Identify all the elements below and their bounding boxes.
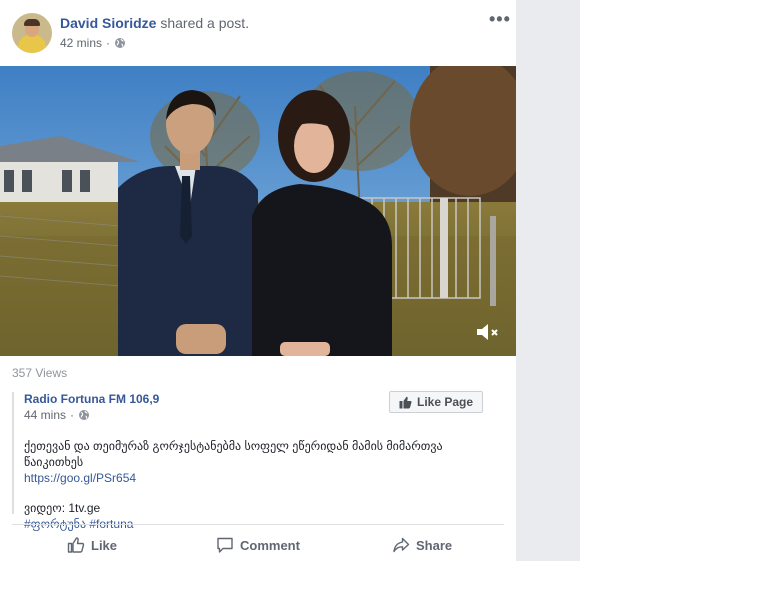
author-name[interactable]: David Sioridze — [60, 15, 156, 31]
shared-page-name[interactable]: Radio Fortuna FM 106,9 — [24, 392, 159, 406]
video-frame — [0, 66, 516, 356]
like-page-label: Like Page — [416, 395, 474, 409]
thumbs-up-icon — [67, 537, 85, 553]
muted-speaker-icon[interactable] — [474, 321, 500, 343]
like-page-button[interactable]: Like Page — [389, 391, 483, 413]
comment-button[interactable]: Comment — [216, 535, 300, 555]
post-action-text: shared a post. — [160, 15, 250, 31]
share-label: Share — [416, 537, 453, 553]
view-count: 357 Views — [12, 366, 68, 380]
globe-icon[interactable] — [114, 37, 126, 49]
video-source: ვიდეო: 1tv.ge — [24, 501, 101, 515]
share-button[interactable]: Share — [392, 535, 452, 555]
thumbs-up-icon — [399, 396, 412, 408]
post-header: David Sioridze shared a post. — [60, 15, 249, 31]
shared-post-time[interactable]: 44 mins — [24, 408, 66, 422]
divider — [12, 524, 504, 525]
shared-post-meta: 44 mins · — [24, 408, 90, 422]
comment-label: Comment — [240, 537, 300, 553]
post-link[interactable]: https://goo.gl/PSr654 — [24, 470, 504, 486]
shared-post-text: ქეთევან და თეიმურაზ გორჯესტანებმა სოფელ … — [24, 438, 504, 532]
post-card: David Sioridze shared a post. 42 mins · … — [0, 0, 516, 561]
share-icon — [393, 537, 410, 553]
avatar[interactable] — [12, 13, 52, 53]
comment-icon — [217, 537, 233, 553]
shared-post-border — [12, 392, 14, 514]
video-player[interactable] — [0, 66, 516, 356]
globe-icon[interactable] — [78, 409, 90, 421]
post-meta: 42 mins · — [60, 36, 126, 50]
right-gutter — [516, 0, 580, 561]
post-time[interactable]: 42 mins — [60, 36, 102, 50]
more-options-button[interactable]: ••• — [489, 10, 511, 28]
like-label: Like — [91, 537, 118, 553]
like-button[interactable]: Like — [67, 535, 117, 555]
post-message: ქეთევან და თეიმურაზ გორჯესტანებმა სოფელ … — [24, 439, 443, 469]
